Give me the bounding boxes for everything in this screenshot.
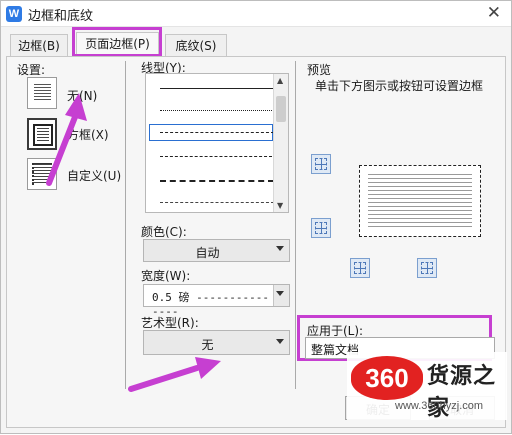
tab-borders[interactable]: 边框(B) xyxy=(10,34,68,56)
watermark-url: www.360hyzj.com xyxy=(395,400,484,412)
color-value: 自动 xyxy=(195,246,220,260)
scroll-thumb[interactable] xyxy=(276,96,286,122)
left-border-button[interactable] xyxy=(350,258,370,278)
box-glyph xyxy=(33,124,53,146)
chevron-down-icon xyxy=(276,291,284,296)
bottom-border-button[interactable] xyxy=(311,218,331,238)
watermark-logo: 360 xyxy=(351,356,423,400)
wps-writer-icon: W xyxy=(6,6,22,22)
line-style-dotted[interactable] xyxy=(160,110,274,111)
preview-hint: 单击下方图示或按钮可设置边框 xyxy=(315,79,484,93)
scroll-up-icon[interactable]: ▲ xyxy=(277,76,283,85)
chevron-down-icon xyxy=(276,246,284,251)
art-dropdown[interactable]: 无 xyxy=(143,330,290,355)
preview-divider xyxy=(295,61,296,389)
bottom-border-icon xyxy=(315,222,327,234)
color-dropdown[interactable]: 自动 xyxy=(143,239,290,262)
line-style-dash-dot-dot[interactable] xyxy=(160,202,274,203)
line-style-scrollbar[interactable]: ▲ ▼ xyxy=(273,74,288,212)
line-style-list[interactable]: ▲ ▼ xyxy=(145,73,289,213)
settings-divider xyxy=(125,61,126,389)
title-bar: W 边框和底纹 ✕ xyxy=(1,1,511,27)
none-setting-icon[interactable] xyxy=(27,77,57,109)
box-setting-icon[interactable] xyxy=(27,118,57,150)
preview-text-lines xyxy=(368,174,472,227)
custom-setting-icon[interactable] xyxy=(27,158,57,190)
top-border-button[interactable] xyxy=(311,154,331,174)
art-value: 无 xyxy=(201,338,214,352)
width-label: 宽度(W): xyxy=(141,269,191,283)
setting-none-label[interactable]: 无(N) xyxy=(67,87,97,104)
settings-heading: 设置: xyxy=(17,63,46,77)
preview-page[interactable] xyxy=(359,165,481,237)
line-style-dashed[interactable] xyxy=(160,132,274,133)
color-label: 颜色(C): xyxy=(141,225,187,239)
art-label: 艺术型(R): xyxy=(141,316,199,330)
window-title: 边框和底纹 xyxy=(28,9,94,24)
watermark-name: 货源之家 xyxy=(427,364,497,421)
watermark: 360 货源之家 www.360hyzj.com xyxy=(347,352,507,421)
custom-glyph xyxy=(32,163,52,185)
tab-shading[interactable]: 底纹(S) xyxy=(165,34,227,56)
width-dropdown[interactable]: 0.5 磅 --------------- xyxy=(143,284,290,318)
lines-glyph xyxy=(34,84,51,102)
chevron-down-icon xyxy=(276,339,284,344)
line-style-solid[interactable] xyxy=(160,88,274,89)
setting-custom-label[interactable]: 自定义(U) xyxy=(67,167,121,184)
borders-shading-dialog: W 边框和底纹 ✕ 边框(B) 页面边框(P) 底纹(S) 设置: 无(N) 方… xyxy=(0,0,512,434)
left-border-icon xyxy=(354,262,366,274)
close-icon[interactable]: ✕ xyxy=(487,3,501,23)
right-border-button[interactable] xyxy=(417,258,437,278)
right-border-icon xyxy=(421,262,433,274)
setting-box-label[interactable]: 方框(X) xyxy=(67,126,109,143)
line-style-dash-wide[interactable] xyxy=(160,156,272,157)
preview-heading: 预览 xyxy=(307,63,332,77)
tab-highlight-box xyxy=(72,27,162,57)
top-border-icon xyxy=(315,158,327,170)
scroll-down-icon[interactable]: ▼ xyxy=(277,201,283,210)
line-style-dash-dot[interactable] xyxy=(160,180,274,182)
